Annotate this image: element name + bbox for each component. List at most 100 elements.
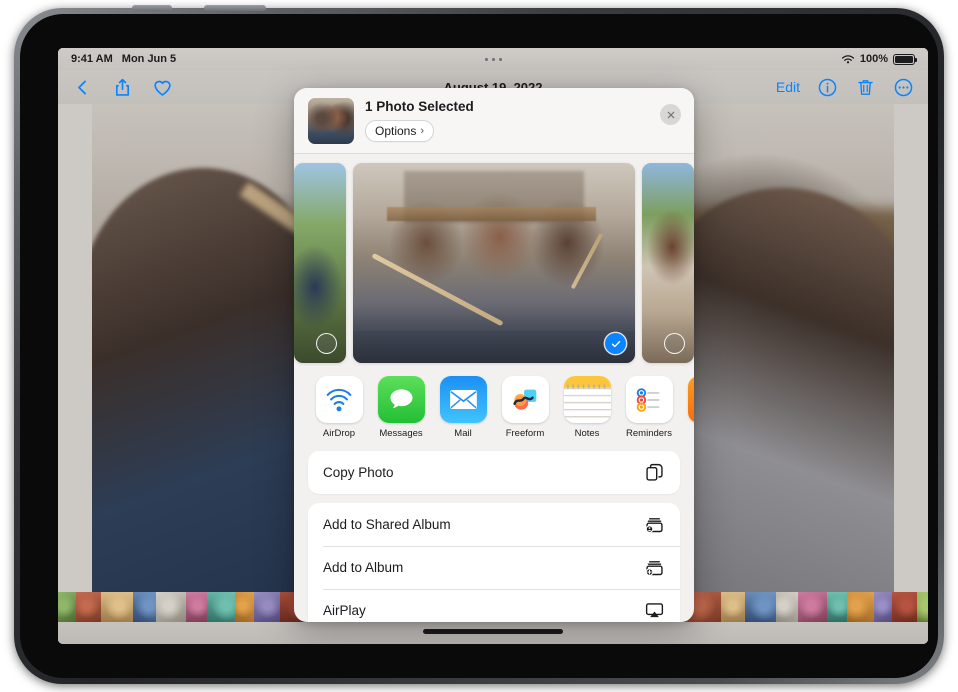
status-bar-right: 100% [841,53,917,65]
chevron-left-icon[interactable] [72,77,93,98]
home-indicator[interactable] [423,629,563,634]
ipad-device-frame: 9:41 AM Mon Jun 5 100% August 19, 2022 E… [14,5,944,684]
options-button[interactable]: Options › [365,120,435,142]
action-label: Add to Shared Album [323,517,451,532]
share-target-mail[interactable]: Mail [432,376,494,439]
trash-icon[interactable] [855,77,876,98]
filmstrip-thumbnail[interactable] [847,592,874,622]
photo-thumbnail [642,163,694,363]
share-target-messages[interactable]: Messages [370,376,432,439]
app-label: Freeform [505,428,545,439]
filmstrip-thumbnail[interactable] [917,592,928,622]
home-indicator-area [58,622,928,644]
multitask-dot [484,57,488,61]
action-label: Copy Photo [323,465,394,480]
app-label: Reminders [626,428,672,439]
share-sheet-header-text: 1 Photo Selected Options › [365,99,474,142]
filmstrip-thumbnail[interactable] [207,592,235,622]
scene-cue-stick [371,252,504,327]
ipad-screen: 9:41 AM Mon Jun 5 100% August 19, 2022 E… [58,48,928,644]
list-item[interactable] [353,163,635,363]
filmstrip-thumbnail[interactable] [133,592,156,622]
selected-photo-thumbnail[interactable] [308,97,354,144]
shared-album-icon [645,518,663,533]
filmstrip-thumbnail[interactable] [776,592,798,622]
freeform-icon [501,376,549,423]
action-add-to-shared-album[interactable]: Add to Shared Album [308,503,680,546]
filmstrip-thumbnail[interactable] [156,592,186,622]
info-circle-icon[interactable] [817,77,838,98]
share-sheet: 1 Photo Selected Options › AirDrop Messa… [294,88,694,622]
share-sheet-title: 1 Photo Selected [365,99,474,114]
heart-outline-icon[interactable] [152,77,173,98]
action-label: Add to Album [323,560,404,575]
scene-table-edge [353,331,635,363]
notes-icon [563,376,611,423]
share-target-airdrop[interactable]: AirDrop [308,376,370,439]
filmstrip-thumbnail[interactable] [58,592,76,622]
close-button[interactable] [660,104,681,125]
edit-button[interactable]: Edit [776,79,800,95]
app-label: Mail [454,428,472,439]
list-item[interactable] [642,163,694,363]
filmstrip-thumbnail[interactable] [874,592,892,622]
action-copy-photo[interactable]: Copy Photo [308,451,680,494]
share-action-list: Copy Photo Add to Shared Album Add to Al… [294,451,694,622]
status-time: 9:41 AM [71,53,113,65]
share-app-row[interactable]: AirDrop Messages Mail Freeform Notes Rem… [294,366,694,451]
share-target-books[interactable]: B [680,376,694,439]
wifi-icon [841,54,854,63]
action-airplay[interactable]: AirPlay [308,589,680,622]
checkmark-circle-icon[interactable] [605,333,626,354]
empty-circle-icon[interactable] [664,333,685,354]
empty-circle-icon[interactable] [316,333,337,354]
add-album-icon [645,561,663,576]
multitasking-dots-icon[interactable] [58,57,928,61]
airdrop-icon [315,376,363,423]
filmstrip-thumbnail[interactable] [101,592,133,622]
airplay-icon [645,603,664,618]
power-button[interactable] [204,5,266,11]
photo-margin-right [894,48,928,644]
share-up-arrow-icon[interactable] [112,77,133,98]
options-label: Options [375,124,417,138]
list-item[interactable] [294,163,346,363]
filmstrip-thumbnail[interactable] [721,592,745,622]
action-label: AirPlay [323,603,366,618]
photo-carousel[interactable] [294,154,694,366]
volume-button[interactable] [132,5,172,11]
battery-percent-label: 100% [859,53,888,65]
battery-cap [915,57,917,62]
filmstrip-thumbnail[interactable] [745,592,776,622]
status-date: Mon Jun 5 [121,53,177,65]
status-bar-left: 9:41 AM Mon Jun 5 [71,53,176,65]
background-person-left [78,168,328,644]
filmstrip-thumbnail[interactable] [254,592,280,622]
multitask-dot [498,57,502,61]
filmstrip-thumbnail[interactable] [76,592,101,622]
battery-level [895,55,913,63]
app-label: Messages [379,428,423,439]
scene-cue-stick-2 [570,232,604,290]
photo-margin-left [58,48,92,644]
app-label: AirDrop [322,428,356,439]
photo-thumbnail [353,163,635,363]
close-x-icon [667,111,674,118]
photo-thumbnail [294,163,346,363]
share-target-notes[interactable]: Notes [556,376,618,439]
status-bar: 9:41 AM Mon Jun 5 100% [58,48,928,70]
share-sheet-header: 1 Photo Selected Options › [294,88,694,154]
copy-icon [646,463,663,481]
share-target-reminders[interactable]: Reminders [618,376,680,439]
books-icon [687,376,694,423]
filmstrip-thumbnail[interactable] [892,592,917,622]
filmstrip-thumbnail[interactable] [827,592,847,622]
share-target-freeform[interactable]: Freeform [494,376,556,439]
filmstrip-thumbnail[interactable] [186,592,207,622]
ellipsis-circle-icon[interactable] [893,77,914,98]
mail-icon [439,376,487,423]
filmstrip-thumbnail[interactable] [235,592,254,622]
action-add-to-album[interactable]: Add to Album [308,546,680,589]
action-group-albums: Add to Shared Album Add to Album AirPlay [308,503,680,622]
filmstrip-thumbnail[interactable] [798,592,827,622]
